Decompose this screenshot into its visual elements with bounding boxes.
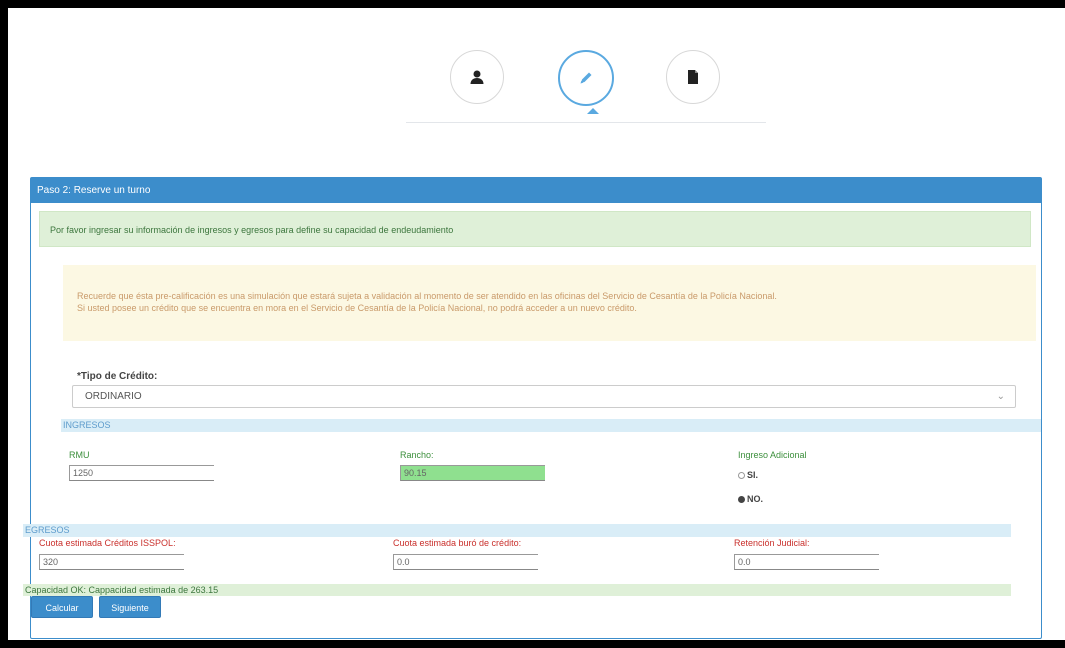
step-edit[interactable] <box>558 50 614 106</box>
retencion-judicial-input[interactable]: 0.0 <box>734 554 879 570</box>
radio-no-circle[interactable] <box>738 496 745 504</box>
info-alert: Por favor ingresar su información de ing… <box>39 211 1031 247</box>
tipo-credito-value: ORDINARIO <box>85 391 142 402</box>
page-frame: Paso 2: Reserve un turno Por favor ingre… <box>8 8 1065 640</box>
cuota-isspol-input[interactable]: 320 <box>39 554 184 570</box>
radio-si-label: SI. <box>747 470 759 480</box>
panel-title: Paso 2: Reserve un turno <box>31 178 1041 203</box>
active-step-caret <box>587 108 599 114</box>
warning-alert: Recuerde que ésta pre-calificación es un… <box>63 265 1036 341</box>
rmu-input[interactable]: 1250 <box>69 465 214 481</box>
warning-line-1: Recuerde que ésta pre-calificación es un… <box>77 291 777 301</box>
rancho-input[interactable]: 90.15 <box>400 465 545 481</box>
calcular-button[interactable]: Calcular <box>31 596 93 618</box>
radio-si-circle[interactable] <box>738 472 745 480</box>
rmu-label: RMU <box>69 450 90 460</box>
ingresos-header: INGRESOS <box>61 419 1041 432</box>
pencil-icon <box>580 72 592 84</box>
warning-line-2: Si usted posee un crédito que se encuent… <box>77 303 637 313</box>
tipo-credito-label: *Tipo de Crédito: <box>77 371 158 382</box>
radio-no[interactable]: NO. <box>738 494 763 504</box>
egresos-header: EGRESOS <box>23 524 1011 537</box>
steps-divider <box>406 122 766 123</box>
tipo-credito-select[interactable]: ORDINARIO ⌄ <box>72 385 1016 408</box>
siguiente-button[interactable]: Siguiente <box>99 596 161 618</box>
cuota-buro-label: Cuota estimada buró de crédito: <box>393 538 522 548</box>
retencion-judicial-label: Retención Judicial: <box>734 538 810 548</box>
step-document[interactable] <box>666 50 720 104</box>
wizard-steps <box>438 50 748 130</box>
bottom-border <box>0 640 1065 648</box>
cuota-isspol-label: Cuota estimada Créditos ISSPOL: <box>39 538 176 548</box>
rancho-label: Rancho: <box>400 450 434 460</box>
user-icon <box>470 70 484 84</box>
radio-no-label: NO. <box>747 494 764 504</box>
radio-si[interactable]: SI. <box>738 470 758 480</box>
chevron-down-icon: ⌄ <box>996 391 1005 402</box>
document-icon <box>688 70 698 84</box>
capacidad-message: Capacidad OK: Cappacidad estimada de 263… <box>23 584 1011 596</box>
cuota-buro-input[interactable]: 0.0 <box>393 554 538 570</box>
form-panel: Paso 2: Reserve un turno Por favor ingre… <box>23 177 1042 639</box>
step-personal[interactable] <box>450 50 504 104</box>
ingreso-adicional-label: Ingreso Adicional <box>738 450 807 460</box>
